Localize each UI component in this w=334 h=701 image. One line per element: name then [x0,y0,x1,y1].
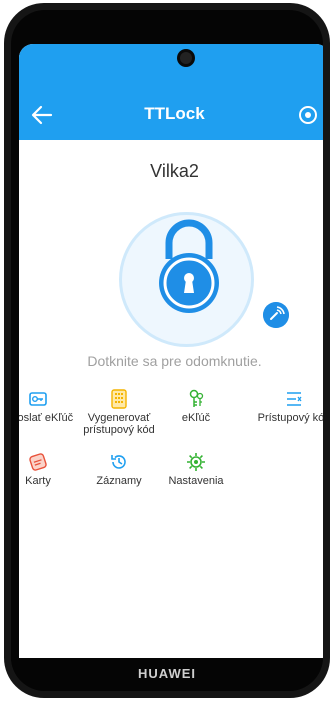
menu-label: Prístupový kód [257,412,323,424]
menu-label: Karty [25,475,51,487]
phone-frame: TTLock Vilka2 Dotknite sa pre odomknutie… [4,3,330,698]
settings-icon[interactable] [298,105,318,125]
phone-body: TTLock Vilka2 Dotknite sa pre odomknutie… [11,10,323,691]
status-bar [19,44,323,90]
menu-ekey[interactable]: eKľúč [156,388,236,424]
menu-generate-passcode[interactable]: Vygenerovať prístupový kód [79,388,159,436]
menu-passcodes[interactable]: Prístupový kód [246,388,323,424]
nfc-unlock-icon[interactable] [263,302,289,328]
card-icon [29,453,47,471]
padlock-icon [159,219,219,313]
menu-label: Nastavenia [168,475,224,487]
menu-settings[interactable]: Nastavenia [156,451,236,487]
menu-label: Vygenerovať prístupový kód [83,412,155,436]
app-screen: TTLock Vilka2 Dotknite sa pre odomknutie… [19,44,323,658]
menu-label: Záznamy [96,475,142,487]
lock-name: Vilka2 [150,161,199,181]
keypad-icon [111,389,127,409]
menu-send-ekey[interactable]: Odoslať eKľúč [19,388,78,424]
menu-records[interactable]: Záznamy [79,451,159,487]
front-camera-icon [180,52,192,64]
brand-logo: HUAWEI [138,666,196,681]
menu-cards[interactable]: Karty [19,451,78,487]
menu-label: eKľúč [181,412,211,424]
history-icon [111,455,126,469]
ekey-icon [189,389,204,407]
menu-label: Odoslať eKľúč [19,412,74,424]
key-card-icon [29,392,47,406]
app-toolbar: TTLock [19,90,323,140]
passcode-list-icon [287,392,302,406]
unlock-hint: Dotknite sa pre odomknutie. [87,353,262,369]
page-title: TTLock [144,104,205,123]
phone-chin: HUAWEI [11,658,323,691]
gear-icon [187,453,205,471]
